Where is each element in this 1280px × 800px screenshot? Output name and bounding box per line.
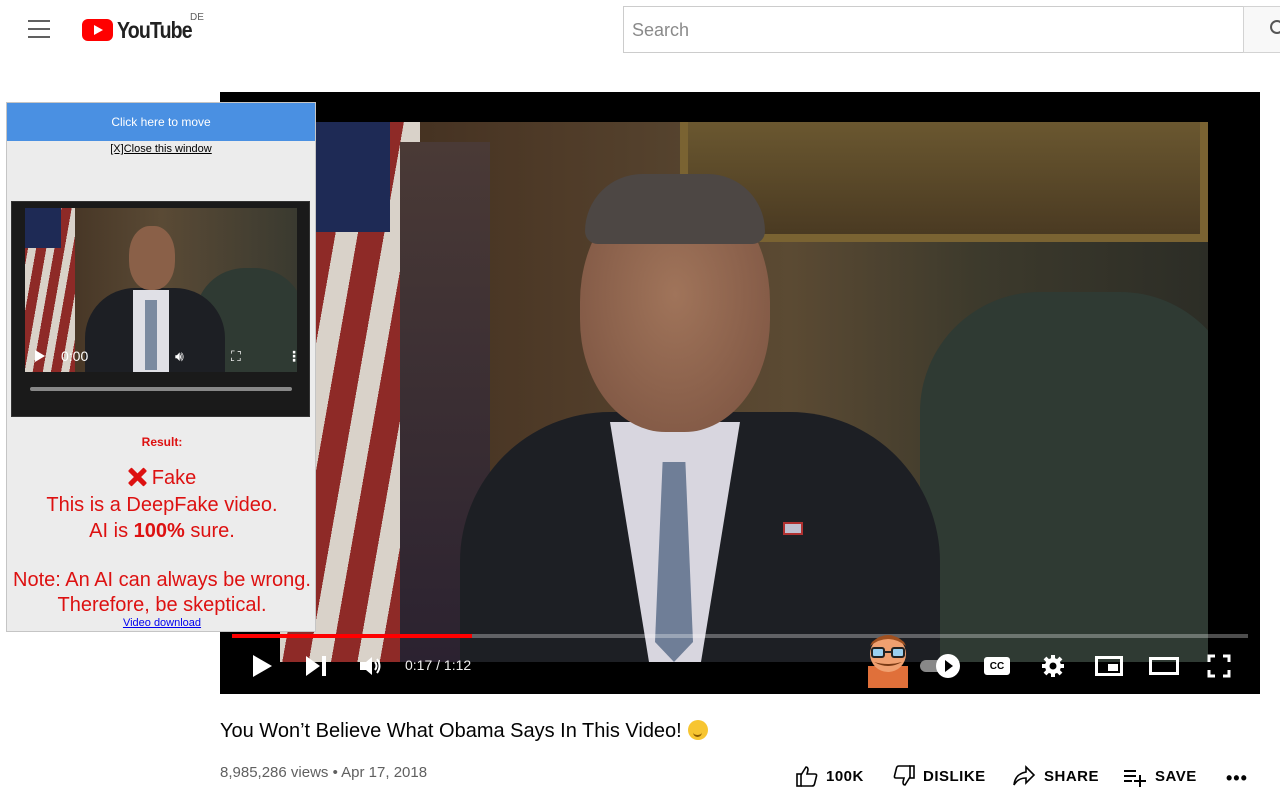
verdict: Fake — [7, 467, 317, 490]
deepfake-detector-popup: Click here to move [X]Close this window … — [6, 102, 316, 632]
note-line-2: Therefore, be skeptical. — [57, 594, 267, 616]
gear-icon — [1042, 655, 1064, 677]
confidence-percent: 100% — [133, 520, 185, 542]
like-count: 100K — [826, 767, 864, 785]
time-separator: / — [432, 657, 444, 673]
like-button[interactable]: 100K — [796, 762, 864, 790]
country-code: DE — [190, 12, 204, 23]
mini-fullscreen-icon[interactable]: ⛶ — [231, 348, 241, 365]
volume-icon — [360, 657, 381, 675]
video-player[interactable]: 0:17 / 1:12 CC — [220, 92, 1260, 694]
menu-icon[interactable] — [28, 20, 52, 40]
miniplayer-icon — [1095, 656, 1123, 676]
video-meta: 8,985,286 views • Apr 17, 2018 — [220, 764, 427, 781]
confidence-prefix: AI is — [89, 520, 134, 542]
video-download-link[interactable]: Video download — [123, 617, 201, 629]
save-label: SAVE — [1155, 767, 1197, 785]
fullscreen-icon — [1207, 654, 1231, 678]
volume-button[interactable] — [356, 644, 386, 688]
logo-text: YouTube — [117, 16, 193, 43]
next-button[interactable] — [304, 644, 328, 688]
upload-date: Apr 17, 2018 — [341, 764, 428, 781]
move-handle[interactable]: Click here to move — [7, 103, 315, 141]
play-button[interactable] — [248, 644, 276, 688]
share-icon — [1013, 765, 1036, 786]
current-time: 0:17 — [405, 657, 433, 673]
search-button[interactable] — [1243, 6, 1280, 53]
thumbs-down-icon — [893, 765, 915, 786]
settings-button[interactable] — [1038, 644, 1068, 688]
dislike-button[interactable]: DISLIKE — [893, 762, 986, 790]
search-icon — [1270, 20, 1280, 34]
miniplayer-button[interactable] — [1094, 644, 1124, 688]
cross-icon — [128, 468, 146, 486]
mini-play-icon[interactable] — [35, 350, 45, 362]
note-line-1: Note: An AI can always be wrong. — [13, 569, 311, 591]
progress-bar[interactable] — [232, 634, 1248, 638]
result-line-1: This is a DeepFake video. — [46, 494, 278, 516]
captions-icon: CC — [984, 657, 1010, 675]
wink-emoji-icon — [687, 720, 708, 740]
mini-time: 0:00 — [61, 348, 89, 364]
verdict-text: Fake — [151, 467, 197, 489]
captions-button[interactable]: CC — [984, 644, 1010, 688]
thumbs-up-icon — [796, 766, 818, 787]
disclaimer-note: Note: An AI can always be wrong. Therefo… — [7, 568, 317, 618]
mini-more-icon[interactable]: ⋮ — [287, 348, 301, 365]
next-icon — [306, 656, 326, 676]
video-frame — [280, 122, 1208, 662]
fullscreen-button[interactable] — [1204, 644, 1234, 688]
mini-video-player[interactable]: 0:00 🔊︎ ⛶ ⋮ — [11, 201, 310, 417]
theater-mode-button[interactable] — [1148, 644, 1180, 688]
share-label: SHARE — [1044, 767, 1100, 785]
share-button[interactable]: SHARE — [1012, 762, 1099, 790]
dislike-label: DISLIKE — [923, 767, 986, 785]
meta-separator: • — [328, 764, 342, 781]
youtube-play-icon — [82, 19, 113, 41]
more-actions-icon[interactable]: ••• — [1226, 768, 1248, 789]
result-heading: Result: — [141, 435, 183, 449]
mini-progress-bar[interactable] — [30, 387, 292, 391]
search-input[interactable]: Search — [623, 6, 1244, 53]
play-icon — [252, 655, 272, 677]
view-count: 8,985,286 views — [220, 764, 329, 781]
youtube-logo[interactable]: YouTube DE — [82, 12, 205, 45]
video-title-text: You Won’t Believe What Obama Says In Thi… — [220, 720, 682, 742]
result-line-2: AI is 100% sure. — [7, 520, 317, 543]
close-window-link[interactable]: [X]Close this window — [110, 143, 212, 155]
autoplay-play-icon[interactable] — [936, 654, 960, 678]
playlist-add-icon — [1124, 770, 1146, 787]
player-controls: 0:17 / 1:12 CC — [220, 635, 1260, 692]
duration: 1:12 — [443, 657, 472, 673]
mini-volume-icon[interactable]: 🔊︎ — [175, 348, 184, 365]
detector-mascot-icon[interactable] — [860, 632, 916, 688]
time-display: 0:17 / 1:12 — [405, 657, 471, 673]
video-title: You Won’t Believe What Obama Says In Thi… — [220, 720, 708, 743]
progress-played — [232, 634, 472, 638]
theater-icon — [1149, 657, 1179, 675]
confidence-suffix: sure. — [184, 520, 235, 542]
save-button[interactable]: SAVE — [1123, 762, 1197, 790]
